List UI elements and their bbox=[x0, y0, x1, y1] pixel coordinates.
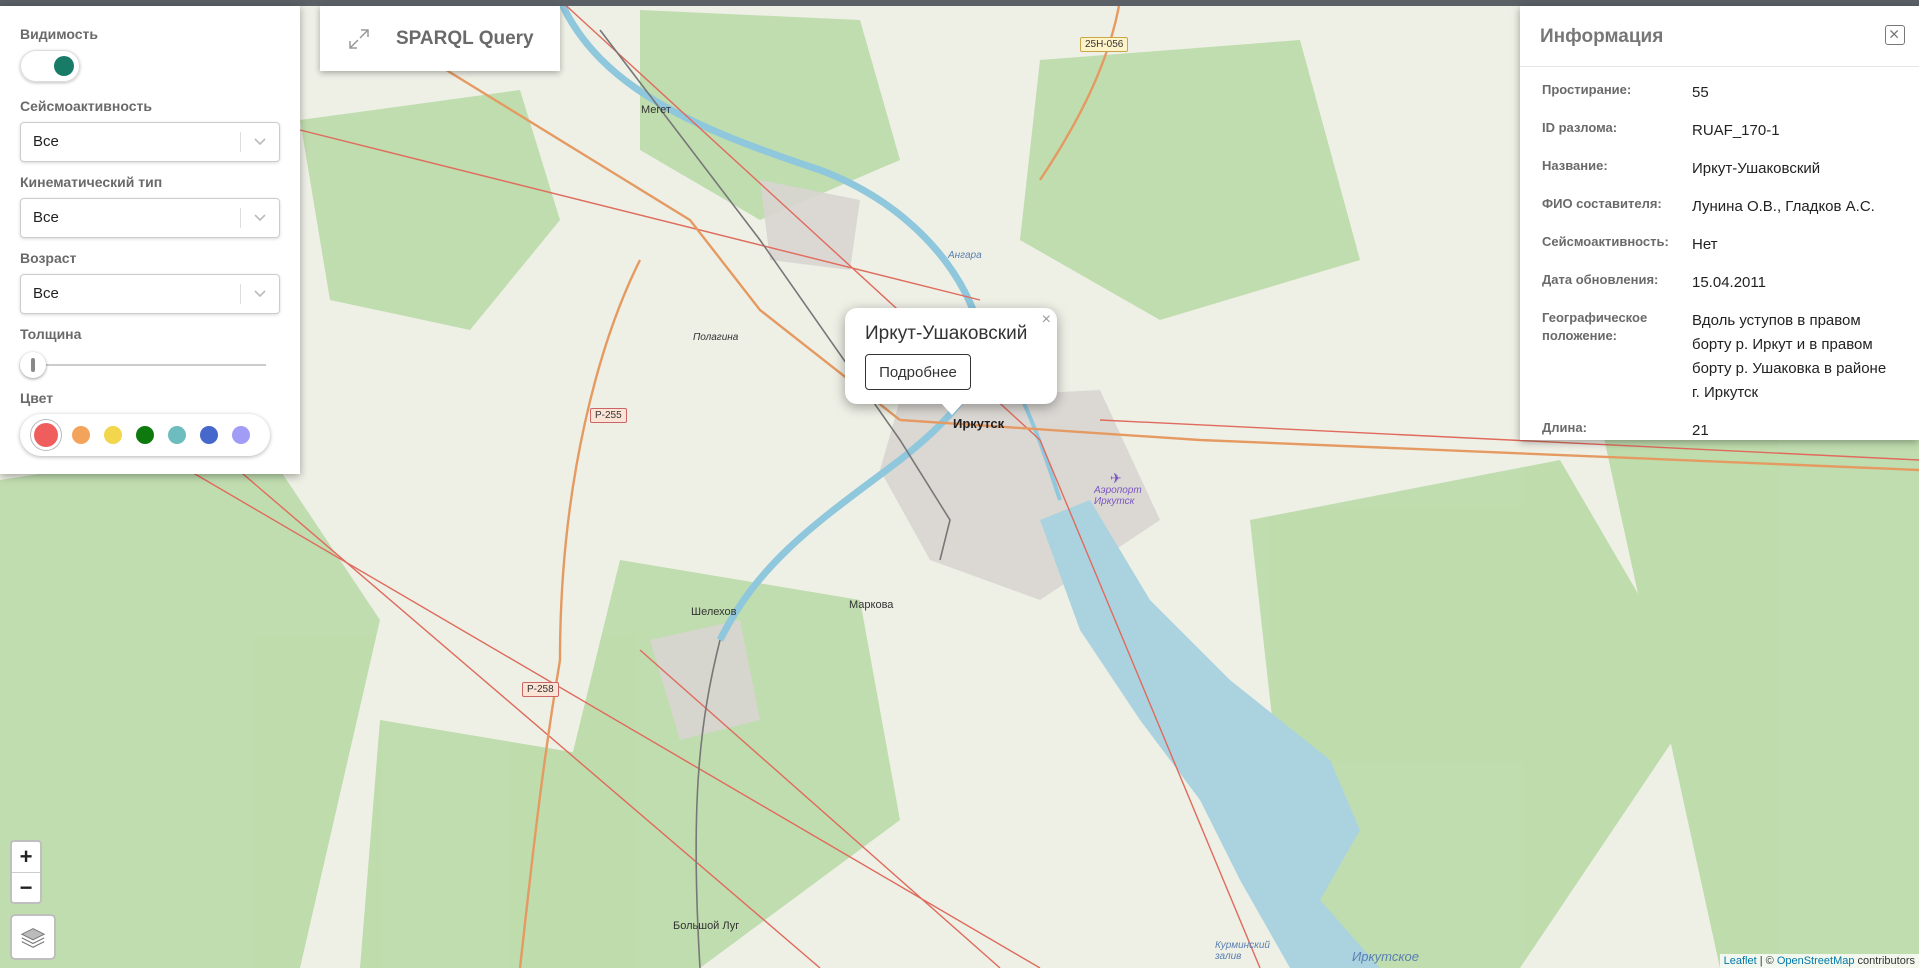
age-label: Возраст bbox=[20, 250, 77, 266]
info-row-value: Иркут-Ушаковский bbox=[1692, 160, 1821, 177]
info-row: Длина: 21 bbox=[1542, 419, 1897, 443]
filter-panel: Видимость Сейсмоактивность Все Кинематич… bbox=[0, 6, 300, 474]
leaflet-link[interactable]: Leaflet bbox=[1724, 955, 1757, 967]
popup-title: Иркут-Ушаковский bbox=[865, 323, 1028, 344]
visibility-toggle[interactable] bbox=[20, 50, 80, 82]
seismic-label: Сейсмоактивность bbox=[20, 98, 152, 114]
close-icon bbox=[1890, 30, 1899, 39]
color-swatch[interactable] bbox=[72, 426, 90, 444]
info-row-key: Дата обновления: bbox=[1542, 272, 1659, 287]
close-button[interactable] bbox=[1885, 25, 1905, 45]
info-row-value: 15.04.2011 bbox=[1692, 274, 1766, 291]
info-row: Название: Иркут-Ушаковский bbox=[1542, 157, 1897, 181]
road-badge-r255: Р-255 bbox=[590, 408, 627, 423]
layers-icon bbox=[20, 928, 46, 948]
town-label-megat: Мегет bbox=[641, 104, 671, 116]
select-separator bbox=[240, 132, 241, 152]
info-row-value: Лунина О.В., Гладков А.С. bbox=[1692, 198, 1875, 215]
info-row-key: ID разлома: bbox=[1542, 120, 1618, 135]
chevron-down-icon bbox=[254, 214, 266, 222]
town-label-bolshoy-lug: Большой Луг bbox=[673, 920, 740, 932]
airport-label: Аэропорт Иркутск bbox=[1094, 485, 1142, 507]
seismic-select[interactable]: Все bbox=[20, 122, 280, 162]
chevron-down-icon bbox=[254, 138, 266, 146]
map-popup: × Иркут-Ушаковский Подробнее bbox=[845, 308, 1057, 415]
info-row-value: RUAF_170-1 bbox=[1692, 122, 1780, 139]
select-separator bbox=[240, 208, 241, 228]
info-row-key: Сейсмоактивность: bbox=[1542, 234, 1669, 249]
road-badge-r258: Р-258 bbox=[522, 682, 559, 697]
town-label-markova: Маркова bbox=[849, 599, 894, 611]
select-separator bbox=[240, 284, 241, 304]
osm-link[interactable]: OpenStreetMap bbox=[1777, 955, 1855, 967]
info-panel-header: Информация bbox=[1520, 6, 1919, 67]
info-row-key: Длина: bbox=[1542, 420, 1587, 435]
visibility-label: Видимость bbox=[20, 26, 98, 42]
attribution-suffix: contributors bbox=[1854, 955, 1915, 967]
kinematic-select-value: Все bbox=[33, 209, 59, 226]
bay-label-kurminsky: Курминский залив bbox=[1215, 940, 1270, 962]
thickness-slider[interactable] bbox=[20, 350, 280, 380]
color-swatch[interactable] bbox=[136, 426, 154, 444]
airport-icon: ✈ bbox=[1110, 470, 1122, 486]
attribution-separator: | © bbox=[1756, 955, 1777, 967]
age-select[interactable]: Все bbox=[20, 274, 280, 314]
info-row-key: Простирание: bbox=[1542, 82, 1632, 97]
river-label-angara: Ангара bbox=[948, 250, 982, 261]
color-swatch[interactable] bbox=[34, 423, 58, 447]
seismic-select-value: Все bbox=[33, 133, 59, 150]
info-row-value: Вдоль уступов в правом борту р. Иркут и … bbox=[1692, 312, 1887, 401]
zoom-in-button[interactable]: + bbox=[12, 842, 40, 873]
age-select-value: Все bbox=[33, 285, 59, 302]
slider-track bbox=[26, 364, 266, 366]
sparql-query-label: SPARQL Query bbox=[396, 27, 534, 49]
color-swatch[interactable] bbox=[232, 426, 250, 444]
color-swatch[interactable] bbox=[200, 426, 218, 444]
info-rows: Простирание: 55 ID разлома: RUAF_170-1 Назва… bbox=[1520, 67, 1919, 443]
info-row: ФИО составителя: Лунина О.В., Гладков А.С… bbox=[1542, 195, 1897, 219]
kinematic-label: Кинематический тип bbox=[20, 174, 163, 190]
color-label: Цвет bbox=[20, 390, 54, 406]
zoom-out-button[interactable]: − bbox=[12, 873, 40, 903]
reservoir-label-irkutskoe: Иркутское bbox=[1352, 949, 1419, 964]
info-row-value: 21 bbox=[1692, 422, 1709, 439]
kinematic-select[interactable]: Все bbox=[20, 198, 280, 238]
color-swatch[interactable] bbox=[104, 426, 122, 444]
chevron-down-icon bbox=[254, 290, 266, 298]
locality-label-pologina: Полагина bbox=[693, 332, 739, 343]
info-row: Простирание: 55 bbox=[1542, 81, 1897, 105]
layers-button[interactable] bbox=[10, 914, 56, 960]
town-label-shelekhov: Шелехов bbox=[691, 606, 737, 618]
info-row: Сейсмоактивность: Нет bbox=[1542, 233, 1897, 257]
expand-icon bbox=[349, 28, 369, 49]
details-button[interactable]: Подробнее bbox=[865, 354, 971, 390]
info-panel-title: Информация bbox=[1540, 26, 1664, 47]
toggle-knob bbox=[54, 56, 74, 76]
slider-thumb[interactable] bbox=[20, 352, 46, 378]
color-picker bbox=[20, 414, 270, 456]
road-badge-25n056: 25Н-056 bbox=[1080, 37, 1129, 52]
map-attribution: Leaflet | © OpenStreetMap contributors bbox=[1719, 954, 1919, 968]
thickness-label: Толщина bbox=[20, 326, 82, 342]
city-label-irkutsk: Иркутск bbox=[953, 416, 1005, 431]
info-row: Дата обновления: 15.04.2011 bbox=[1542, 271, 1897, 295]
popup-close-button[interactable]: × bbox=[1042, 311, 1051, 329]
info-row-key: Географическое положение: bbox=[1542, 310, 1648, 343]
zoom-control: + − bbox=[10, 840, 42, 904]
info-row-value: 55 bbox=[1692, 84, 1709, 101]
info-row: Географическое положение: Вдоль уступов в… bbox=[1542, 309, 1897, 405]
color-swatch[interactable] bbox=[168, 426, 186, 444]
info-row-key: Название: bbox=[1542, 158, 1608, 173]
info-row-key: ФИО составителя: bbox=[1542, 196, 1662, 211]
info-row-value: Нет bbox=[1692, 236, 1718, 253]
info-panel: Информация Простирание: 55 ID разлома: RUAF… bbox=[1520, 6, 1919, 440]
info-row: ID разлома: RUAF_170-1 bbox=[1542, 119, 1897, 143]
sparql-query-button[interactable]: SPARQL Query bbox=[320, 6, 560, 71]
